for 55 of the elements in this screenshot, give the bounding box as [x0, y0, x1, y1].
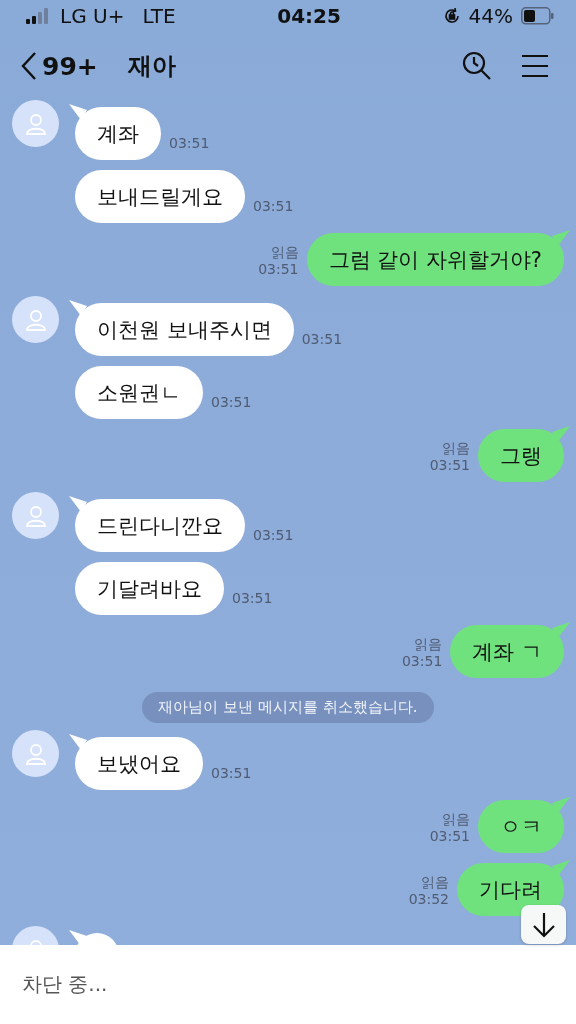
unread-count: 99+: [42, 51, 98, 81]
message-time: 03:51: [211, 765, 252, 782]
search-icon: [462, 51, 492, 81]
message-bubble: 계좌 ㄱ: [450, 625, 564, 678]
message-bubble: 기달려바요: [75, 562, 224, 615]
message-time: 03:51: [253, 198, 294, 215]
message-bubble: 이천원 보내주시면: [75, 303, 294, 356]
profile-avatar[interactable]: [12, 492, 59, 539]
message-time: 03:51: [253, 527, 294, 544]
profile-avatar[interactable]: [12, 296, 59, 343]
person-icon: [24, 307, 47, 332]
message-bubble: 계좌: [75, 107, 161, 160]
chevron-left-icon: [20, 51, 38, 81]
read-receipt: 읽음: [442, 811, 470, 828]
clock-time: 04:25: [276, 4, 342, 28]
message-time: 03:51: [232, 590, 273, 607]
arrow-down-icon: [531, 911, 556, 938]
menu-button[interactable]: [522, 54, 548, 78]
message-time: 03:51: [401, 653, 443, 670]
message-time: 03:51: [301, 331, 343, 348]
message-time: 03:51: [429, 828, 470, 845]
profile-avatar[interactable]: [12, 100, 59, 147]
rotation-lock-icon: [442, 7, 461, 25]
battery-percent: 44%: [468, 4, 513, 28]
message-time: 03:51: [211, 394, 252, 411]
message-bubble: 소원권ㄴ: [75, 366, 203, 419]
battery-icon: [521, 7, 554, 25]
message-bubble: 기다려: [457, 863, 564, 916]
read-receipt: 읽음: [442, 440, 470, 457]
message-bubble: 그럼 같이 자위할거야?: [306, 233, 564, 286]
person-icon: [24, 111, 47, 136]
message-bubble: ㅇㅋ: [478, 800, 564, 853]
system-notice: 재아님이 보낸 메시지를 취소했습니다.: [142, 692, 434, 723]
message-bubble: 드린다니깐요: [75, 499, 245, 552]
message-bubble: 보내드릴게요: [75, 170, 245, 223]
person-icon: [24, 503, 47, 528]
carrier-name: LG U+: [60, 4, 125, 28]
message-bubble: 그랭: [478, 429, 564, 482]
read-receipt: 읽음: [270, 244, 299, 261]
message-bubble: 보냈어요: [75, 737, 203, 790]
message-time: 03:52: [408, 891, 449, 908]
network-type: LTE: [142, 4, 176, 28]
message-time: 03:51: [169, 135, 210, 152]
message-time: 03:51: [429, 457, 470, 474]
search-button[interactable]: [462, 51, 492, 81]
read-receipt: 읽음: [414, 636, 443, 653]
message-time: 03:51: [258, 261, 299, 278]
scroll-down-button[interactable]: [521, 905, 566, 944]
chat-title: 재아: [127, 51, 177, 82]
menu-icon: [522, 54, 548, 78]
profile-avatar[interactable]: [12, 730, 59, 777]
back-button[interactable]: 99+: [20, 51, 98, 81]
read-receipt: 읽음: [421, 874, 449, 891]
message-input-field[interactable]: 차단 중...: [0, 945, 576, 1024]
person-icon: [24, 741, 47, 766]
